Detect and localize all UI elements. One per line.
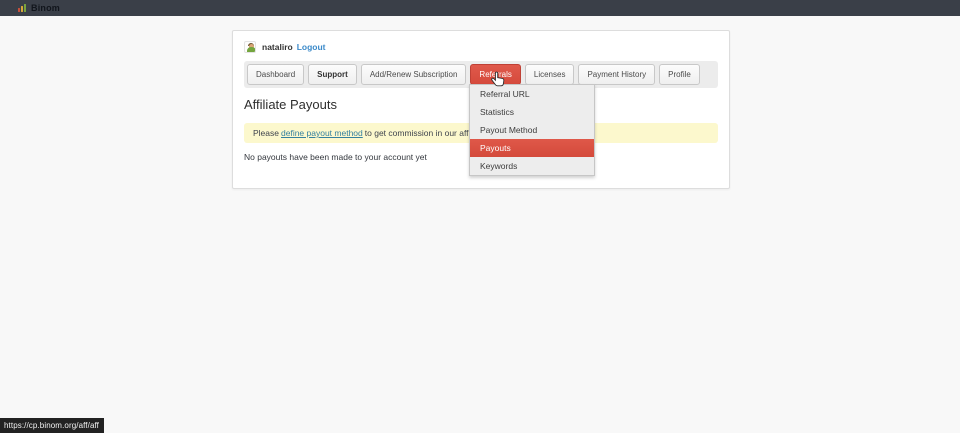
tab-support[interactable]: Support [308,64,357,85]
define-payout-method-link[interactable]: define payout method [281,128,363,138]
tab-dashboard[interactable]: Dashboard [247,64,304,85]
logout-link[interactable]: Logout [297,42,326,52]
menu-item-statistics[interactable]: Statistics [470,103,594,121]
tab-profile[interactable]: Profile [659,64,700,85]
referrals-dropdown-menu: Referral URL Statistics Payout Method Pa… [469,84,595,176]
brand-name: Binom [31,3,60,13]
menu-item-referral-url[interactable]: Referral URL [470,85,594,103]
tab-licenses[interactable]: Licenses [525,64,575,85]
user-avatar-icon [244,41,256,53]
binom-logo-icon [18,4,26,12]
menu-item-payout-method[interactable]: Payout Method [470,121,594,139]
username: nataliro [262,42,293,52]
user-row: nataliro Logout [244,40,718,54]
tab-add-renew-subscription[interactable]: Add/Renew Subscription [361,64,467,85]
tab-referrals[interactable]: Referrals [470,64,520,85]
alert-text-prefix: Please [253,128,279,138]
tab-payment-history[interactable]: Payment History [578,64,655,85]
topbar: Binom [0,0,960,16]
link-preview-statusbar: https://cp.binom.org/aff/aff [0,418,104,433]
menu-item-keywords[interactable]: Keywords [470,157,594,175]
menu-item-payouts[interactable]: Payouts [470,139,594,157]
